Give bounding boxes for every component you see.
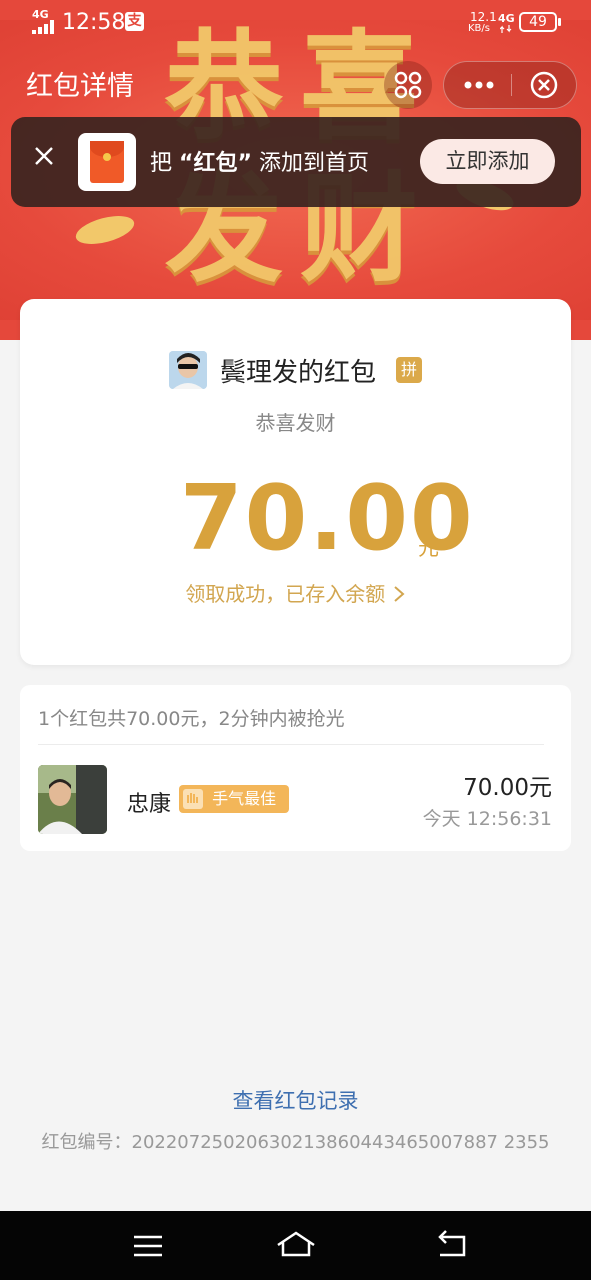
clock: 12:58 bbox=[62, 10, 126, 35]
banner-prefix: 把 bbox=[150, 151, 173, 176]
pin-badge: 拼 bbox=[396, 357, 422, 383]
speed-value: 12.1 bbox=[470, 10, 497, 24]
leaf-ornament-icon bbox=[75, 216, 135, 244]
system-nav-bar bbox=[0, 1211, 591, 1280]
alipay-badge: 支 bbox=[125, 12, 144, 31]
home-nav-button[interactable] bbox=[274, 1227, 318, 1263]
menu-nav-button[interactable] bbox=[128, 1229, 168, 1263]
divider bbox=[38, 744, 544, 745]
hand-icon bbox=[183, 789, 203, 809]
miniapp-capsule bbox=[443, 61, 577, 109]
more-button[interactable] bbox=[444, 62, 511, 108]
packet-id-label: 红包编号： bbox=[41, 1132, 132, 1153]
records-summary: 1个红包共70.00元，2分钟内被抢光 bbox=[38, 708, 345, 730]
close-icon bbox=[35, 147, 53, 165]
battery-level: 49 bbox=[529, 14, 547, 30]
page-title: 红包详情 bbox=[26, 71, 134, 102]
network-right-label: 4G bbox=[498, 12, 515, 25]
amount-unit: 元 bbox=[418, 536, 439, 560]
back-nav-button[interactable] bbox=[432, 1227, 472, 1263]
more-dots-icon bbox=[464, 81, 494, 89]
status-bar: 4G 12:58 支 12.1 KB/s 4G 49 bbox=[0, 0, 591, 44]
chevron-right-icon bbox=[394, 586, 405, 602]
banner-suffix: 添加到首页 bbox=[258, 151, 369, 176]
wifi-arrows-icon bbox=[500, 25, 512, 33]
receiver-avatar bbox=[38, 765, 107, 834]
red-packet-app-icon bbox=[78, 133, 136, 191]
banner-close-button[interactable] bbox=[30, 142, 58, 170]
sender-avatar bbox=[169, 351, 207, 389]
received-text: 领取成功，已存入余额 bbox=[185, 582, 386, 606]
best-luck-label: 手气最佳 bbox=[212, 789, 277, 808]
received-link[interactable]: 领取成功，已存入余额 bbox=[0, 578, 591, 607]
speed-unit: KB/s bbox=[468, 23, 490, 34]
view-records-link[interactable]: 查看红包记录 bbox=[0, 1085, 591, 1115]
receive-time: 今天 12:56:31 bbox=[422, 808, 552, 830]
receiver-amount: 70.00元 bbox=[463, 775, 552, 801]
banner-highlight: “红包” bbox=[179, 151, 252, 176]
sender-name: 鬓理发的红包 bbox=[220, 358, 377, 388]
packet-id: 红包编号：20220725020630213860443465007887 23… bbox=[0, 1128, 591, 1154]
scan-icon bbox=[394, 71, 422, 99]
best-luck-badge: 手气最佳 bbox=[179, 785, 289, 813]
menu-icon bbox=[134, 1235, 162, 1257]
signal-icon bbox=[32, 20, 54, 34]
close-circle-icon bbox=[530, 71, 558, 99]
close-miniapp-button[interactable] bbox=[512, 62, 576, 108]
home-icon bbox=[277, 1231, 315, 1257]
packet-wish: 恭喜发财 bbox=[255, 411, 336, 435]
packet-id-value: 20220725020630213860443465007887 2355 bbox=[131, 1132, 550, 1153]
battery-icon: 49 bbox=[519, 12, 557, 32]
scan-button[interactable] bbox=[384, 61, 432, 109]
banner-message: 把 “红包” 添加到首页 bbox=[150, 145, 369, 177]
add-now-button[interactable]: 立即添加 bbox=[420, 139, 555, 184]
receiver-name: 忠康 bbox=[127, 792, 172, 817]
back-icon bbox=[438, 1230, 466, 1257]
